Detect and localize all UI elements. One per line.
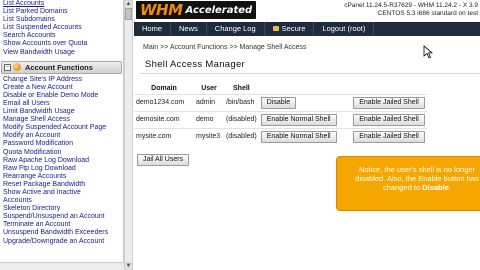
col-action-1 xyxy=(259,84,345,94)
table-row: mysite.com mysite3 (disabled) Enable Normal… xyxy=(134,127,427,145)
sidebar-link[interactable]: Upgrade/Downgrade an Account xyxy=(0,238,123,246)
sidebar-link[interactable]: Change Site's IP Address xyxy=(0,76,123,84)
account-functions-icon xyxy=(13,63,21,72)
cell-action: Enable Normal Shell xyxy=(258,127,345,145)
col-shell: Shell xyxy=(233,85,250,93)
enable-jailed-shell-button[interactable]: Enable Jailed Shell xyxy=(353,96,425,109)
nav-news[interactable]: News xyxy=(171,22,207,36)
title-divider xyxy=(140,73,480,74)
sidebar-link[interactable]: Rearrange Accounts xyxy=(0,173,123,181)
version-info: cPanel 11.24.5-R37629 - WHM 11.24.2 - X … xyxy=(344,2,478,18)
sidebar-link[interactable]: View Bandwidth Usage xyxy=(0,49,123,57)
sidebar-link[interactable]: Modify Suspended Account Page xyxy=(0,124,123,132)
nav-logout[interactable]: Logout (root) xyxy=(314,22,375,36)
top-nav: Home News Change Log Secure Logout (root… xyxy=(134,22,480,36)
sidebar-link[interactable]: Show Accounts over Quota xyxy=(0,40,123,48)
mouse-cursor-icon xyxy=(423,45,434,59)
logo-whm-text: WHM xyxy=(140,1,183,19)
scroll-down-icon[interactable]: ▼ xyxy=(125,262,132,270)
cell-shell: (disabled) xyxy=(224,127,259,145)
nav-secure-label: Secure xyxy=(281,24,306,33)
cell-domain: demo1234.com xyxy=(134,93,194,111)
sidebar-link[interactable]: Email all Users xyxy=(0,100,123,108)
sidebar-link[interactable]: List Parked Domains xyxy=(0,8,123,16)
sidebar-link[interactable]: Search Accounts xyxy=(0,32,123,40)
table-row: demo1234.com admin/bin/bash Disable Enable … xyxy=(134,93,427,111)
toggle-shell-button[interactable]: Enable Normal Shell xyxy=(260,130,337,143)
table-header-row: Domain User Shell xyxy=(134,84,427,94)
cell-action: Disable xyxy=(258,93,345,111)
sidebar: List Accounts List Parked Domains List Sub… xyxy=(0,0,124,270)
sidebar-vertical-scrollbar[interactable]: ▲ ▼ xyxy=(124,0,133,270)
col-action-2 xyxy=(345,84,427,94)
sidebar-link[interactable]: Show Active and Inactive xyxy=(0,189,123,197)
whm-logo[interactable]: WHM Accelerated xyxy=(136,1,257,19)
sidebar-link[interactable]: Modify an Account xyxy=(0,132,123,140)
col-domain: Domain xyxy=(151,85,177,93)
main-content: WHM Accelerated cPanel 11.24.5-R37629 - … xyxy=(134,0,480,270)
cell-user: admin xyxy=(194,93,224,111)
nav-home[interactable]: Home xyxy=(134,22,172,36)
toggle-shell-button[interactable]: Enable Normal Shell xyxy=(260,113,337,126)
breadcrumb[interactable]: Main >> Account Functions >> Manage Shel… xyxy=(143,44,306,51)
page-title: Shell Access Manager xyxy=(145,59,245,70)
sidebar-link[interactable]: Create a New Account xyxy=(0,84,123,92)
sidebar-link[interactable]: Reset Package Bandwidth xyxy=(0,181,123,189)
sidebar-link[interactable]: Terminate an Account xyxy=(0,221,123,229)
sidebar-link[interactable]: List Suspended Accounts xyxy=(0,24,123,32)
sidebar-link[interactable]: Skeleton Directory xyxy=(0,205,123,213)
cell-action: Enable Jailed Shell xyxy=(344,127,427,145)
sidebar-link[interactable]: Password Modification xyxy=(0,140,123,148)
sidebar-link[interactable]: Raw Ftp Log Download xyxy=(0,165,123,173)
sidebar-link[interactable]: Limit Bandwidth Usage xyxy=(0,108,123,116)
scroll-thumb[interactable] xyxy=(125,8,132,20)
sidebar-link[interactable]: Suspend/Unsuspend an Account xyxy=(0,213,123,221)
shell-access-table: Domain User Shell demo1234.com admin/bin/… xyxy=(134,84,427,145)
sidebar-link[interactable]: Unsuspend Bandwidth Exceeders xyxy=(0,229,123,237)
tooltip-end: . xyxy=(448,183,451,192)
cell-domain: mysite.com xyxy=(134,127,194,145)
tooltip-text: Notice, the user's shell is no longer di… xyxy=(355,165,479,192)
table-body: demo1234.com admin/bin/bash Disable Enable … xyxy=(134,93,427,145)
collapse-icon[interactable]: − xyxy=(4,63,11,71)
col-user: User xyxy=(201,85,217,93)
toggle-shell-button[interactable]: Disable xyxy=(260,96,297,109)
sidebar-section-links: Change Site's IP Address Create a New Acc… xyxy=(0,76,123,246)
cell-user: mysite3 xyxy=(194,127,224,145)
lock-icon xyxy=(272,26,279,31)
scroll-up-icon[interactable]: ▲ xyxy=(125,0,132,8)
cell-domain: demosite.com xyxy=(134,110,194,128)
sidebar-link[interactable]: Manage Shell Access xyxy=(0,116,123,124)
cell-user: demo xyxy=(194,110,224,128)
section-title: Account Functions xyxy=(25,62,93,72)
version-line-2: CENTOS 5.3 i686 standard on test xyxy=(377,10,478,17)
table-row: demosite.com demo (disabled) Enable Normal … xyxy=(134,110,427,128)
cell-action: Enable Jailed Shell xyxy=(344,93,427,111)
jail-all-users-button[interactable]: Jail All Users xyxy=(137,154,190,166)
sidebar-horizontal-scrollbar[interactable] xyxy=(0,262,124,270)
nav-secure[interactable]: Secure xyxy=(265,22,315,36)
tooltip-emphasis: Disable xyxy=(422,183,449,192)
enable-jailed-shell-button[interactable]: Enable Jailed Shell xyxy=(353,113,425,126)
section-header-account-functions[interactable]: − Account Functions xyxy=(1,60,122,74)
sidebar-link[interactable]: List Subdomains xyxy=(0,16,123,24)
sidebar-link[interactable]: List Accounts xyxy=(0,0,123,8)
version-line-1: cPanel 11.24.5-R37629 - WHM 11.24.2 - X … xyxy=(344,2,478,9)
header: WHM Accelerated cPanel 11.24.5-R37629 - … xyxy=(134,0,480,22)
nav-change-log[interactable]: Change Log xyxy=(207,22,265,36)
logo-accelerated-text: Accelerated xyxy=(185,4,253,16)
sidebar-link[interactable]: Disable or Enable Demo Mode xyxy=(0,92,123,100)
cell-shell: /bin/bash xyxy=(224,93,259,111)
notice-tooltip: Notice, the user's shell is no longer di… xyxy=(336,156,480,211)
sidebar-link[interactable]: Quota Modification xyxy=(0,149,123,157)
cell-action: Enable Jailed Shell xyxy=(344,110,427,128)
sidebar-link[interactable]: Raw Apache Log Download xyxy=(0,157,123,165)
enable-jailed-shell-button[interactable]: Enable Jailed Shell xyxy=(353,130,425,143)
cell-action: Enable Normal Shell xyxy=(258,110,345,128)
sidebar-link[interactable]: Accounts xyxy=(0,197,123,205)
sidebar-top-links: List Accounts List Parked Domains List Sub… xyxy=(0,0,123,57)
cell-shell: (disabled) xyxy=(224,110,259,128)
